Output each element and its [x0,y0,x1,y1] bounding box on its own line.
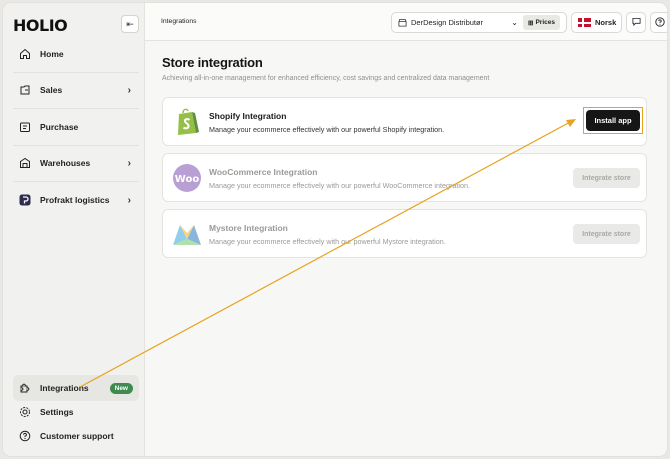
sidebar-item-label: Home [40,49,64,59]
help-icon [655,16,665,29]
sidebar-item-integrations[interactable]: Integrations New [13,375,139,401]
sidebar-item-label: Warehouses [40,158,91,168]
home-icon [18,47,32,61]
chat-button[interactable] [626,12,646,33]
integration-title: Shopify Integration [209,111,287,121]
sidebar-item-settings[interactable]: Settings [13,399,139,425]
sidebar-item-label: Purchase [40,122,79,132]
sidebar-item-sales[interactable]: Sales › [13,77,139,103]
gear-icon [18,405,32,419]
app-window: HOLIO ⇤ Home Sales › Purchase Warehouses… [2,2,668,457]
shopify-logo-icon [171,106,203,138]
divider [13,181,139,182]
sales-icon [18,83,32,97]
install-app-button[interactable]: Install app [586,110,640,131]
chat-icon [631,17,641,28]
sidebar-item-label: Integrations [40,383,89,393]
prices-icon: ⊞ [528,19,534,27]
sidebar-item-customer-support[interactable]: Customer support [13,423,139,449]
mystore-logo-icon [171,218,203,250]
language-label: Norsk [595,18,617,27]
page-title: Store integration [162,55,263,70]
woocommerce-integration-card: Woo WooCommerce Integration Manage your … [162,153,647,202]
sidebar-item-warehouses[interactable]: Warehouses › [13,150,139,176]
divider [13,145,139,146]
sidebar: HOLIO ⇤ Home Sales › Purchase Warehouses… [3,3,145,456]
integrate-store-button[interactable]: Integrate store [573,168,640,188]
mystore-integration-card: Mystore Integration Manage your ecommerc… [162,209,647,258]
company-name: DerDesign Distributør [411,18,484,27]
chevron-right-icon: › [127,194,131,206]
chevron-down-icon: ⌄ [511,18,518,27]
language-select[interactable]: Norsk [571,12,622,33]
integration-description: Manage your ecommerce effectively with o… [209,237,446,246]
sidebar-item-label: Profrakt logistics [40,195,110,205]
woo-logo-text: Woo [175,174,200,185]
divider [13,72,139,73]
page-subtitle: Achieving all-in-one management for enha… [162,75,490,82]
profrakt-icon [18,193,32,207]
integration-description: Manage your ecommerce effectively with o… [209,125,445,134]
norway-flag-icon [578,18,591,27]
sidebar-item-label: Customer support [40,431,114,441]
integration-description: Manage your ecommerce effectively with o… [209,181,470,190]
store-icon [398,18,407,27]
collapse-icon: ⇤ [126,18,134,29]
shopify-integration-card: Shopify Integration Manage your ecommerc… [162,97,647,146]
sidebar-item-purchase[interactable]: Purchase [13,114,139,140]
breadcrumb: Integrations [161,18,197,25]
collapse-sidebar-button[interactable]: ⇤ [121,15,139,33]
app-logo[interactable]: HOLIO [13,16,68,35]
sidebar-item-label: Settings [40,407,74,417]
chevron-right-icon: › [127,84,131,96]
company-select[interactable]: DerDesign Distributør ⌄ ⊞ Prices [391,12,567,33]
integration-title: Mystore Integration [209,223,288,233]
integrations-icon [18,381,32,395]
top-bar: Integrations DerDesign Distributør ⌄ ⊞ P… [145,3,667,41]
main-content: Store integration Achieving all-in-one m… [145,41,667,456]
chevron-right-icon: › [127,157,131,169]
warehouse-icon [18,156,32,170]
integrate-store-button[interactable]: Integrate store [573,224,640,244]
divider [13,108,139,109]
new-badge: New [109,382,133,394]
purchase-icon [18,120,32,134]
help-icon [18,429,32,443]
sidebar-item-profrakt-logistics[interactable]: Profrakt logistics › [13,187,139,213]
help-button[interactable] [650,12,667,33]
prices-label: Prices [535,19,555,26]
sidebar-item-label: Sales [40,85,63,95]
prices-button[interactable]: ⊞ Prices [523,15,560,30]
integration-title: WooCommerce Integration [209,167,318,177]
sidebar-item-home[interactable]: Home [13,41,139,67]
woocommerce-logo-icon: Woo [171,162,203,194]
